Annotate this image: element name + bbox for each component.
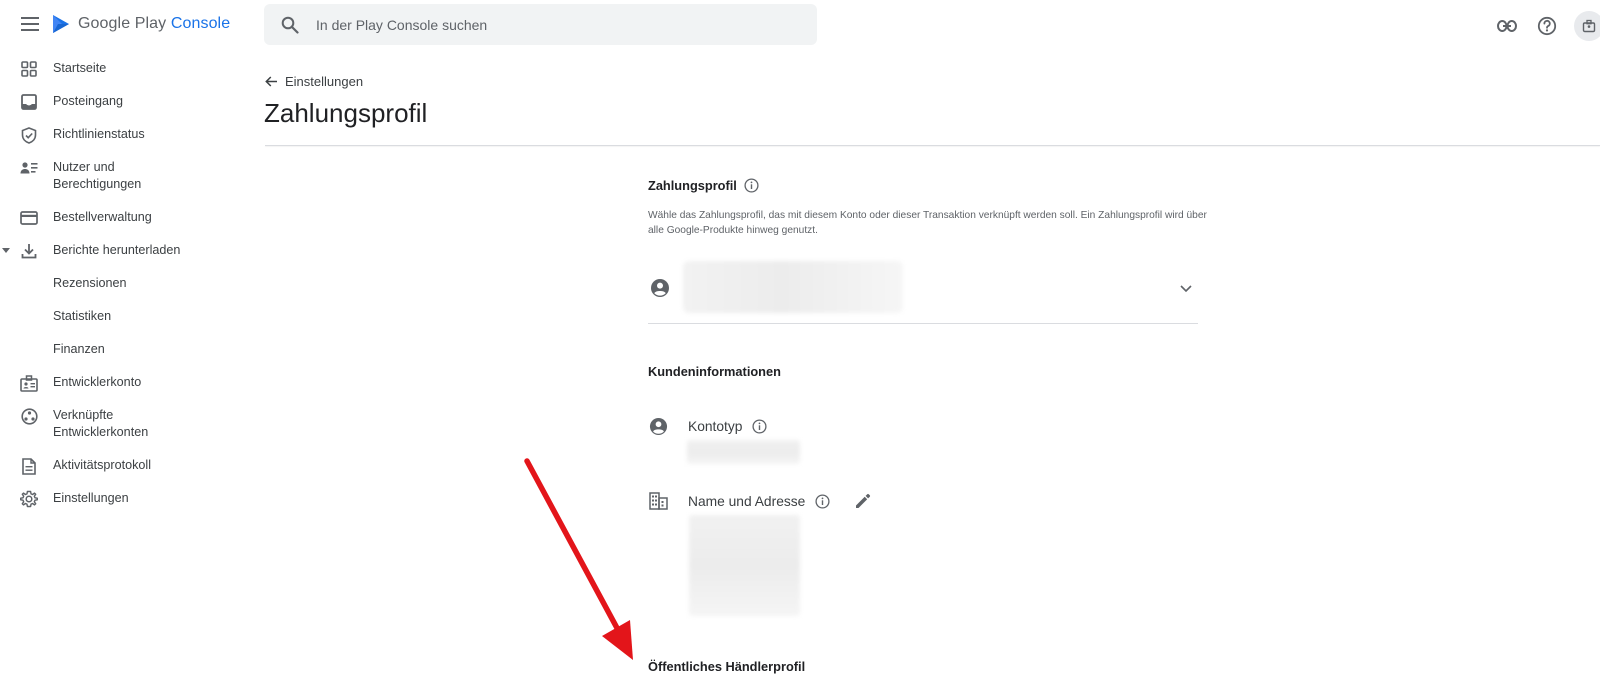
- sidebar-item-startseite[interactable]: Startseite: [0, 60, 106, 78]
- info-icon[interactable]: [744, 178, 759, 193]
- merchant-profile-heading: Öffentliches Händlerprofil: [648, 659, 806, 674]
- sidebar-item-label: Posteingang: [53, 94, 124, 108]
- play-console-page: Google Play Console Startseite: [0, 0, 1600, 691]
- sidebar-item-label: Verknüpfte Entwicklerkonten: [53, 408, 149, 439]
- sidebar-item-label: Berichte herunterladen: [53, 243, 181, 257]
- sidebar-item-richtlinienstatus[interactable]: Richtlinienstatus: [0, 126, 145, 144]
- redacted-name-address: [689, 515, 800, 616]
- top-actions: [1494, 11, 1600, 41]
- account-type-label: Kontotyp: [688, 418, 743, 434]
- redacted-account-type: [687, 440, 800, 464]
- sidebar-item-label: Statistiken: [53, 309, 112, 323]
- sidebar-item-label: Bestellverwaltung: [53, 210, 152, 224]
- building-icon: [648, 491, 668, 511]
- sidebar-item-entwicklerkonto[interactable]: Entwicklerkonto: [0, 374, 141, 392]
- sidebar-item-label: Rezensionen: [53, 276, 127, 290]
- chevron-down-icon[interactable]: [1178, 280, 1194, 296]
- account-type-row: Kontotyp: [648, 416, 768, 436]
- sidebar-item-berichte-herunterladen[interactable]: Berichte herunterladen: [0, 242, 180, 260]
- sidebar-item-verknuepfte-entwicklerkonten[interactable]: Verknüpfte Entwicklerkonten: [0, 407, 148, 441]
- linked-accounts-icon: [20, 407, 38, 425]
- brand-logo[interactable]: Google Play Console: [50, 12, 230, 36]
- inbox-icon: [20, 93, 38, 111]
- info-icon[interactable]: [752, 418, 768, 434]
- sidebar-item-label: Entwicklerkonto: [53, 375, 142, 389]
- sidebar-item-bestellverwaltung[interactable]: Bestellverwaltung: [0, 209, 152, 227]
- page-title: Zahlungsprofil: [264, 98, 428, 128]
- sidebar-item-label: Einstellungen: [53, 491, 129, 505]
- gear-icon: [20, 490, 38, 508]
- link-icon[interactable]: [1494, 13, 1520, 39]
- sidebar-item-label: Finanzen: [53, 342, 105, 356]
- redacted-profile-name: [683, 261, 903, 313]
- sidebar-item-label: Startseite: [53, 61, 107, 75]
- payment-profile-select[interactable]: [648, 258, 1198, 324]
- caret-down-icon[interactable]: [2, 248, 10, 253]
- sidebar-item-einstellungen[interactable]: Einstellungen: [0, 490, 129, 508]
- account-circle-icon: [651, 279, 669, 297]
- sidebar-item-label: Aktivitätsprotokoll: [53, 458, 151, 472]
- search-icon[interactable]: [280, 15, 300, 35]
- sidebar-item-posteingang[interactable]: Posteingang: [0, 93, 123, 111]
- sidebar-item-label: Richtlinienstatus: [53, 127, 145, 141]
- sidebar-item-finanzen[interactable]: Finanzen: [0, 341, 105, 359]
- sidebar-item-label: Nutzer und Berechtigungen: [53, 160, 142, 191]
- sidebar-item-rezensionen[interactable]: Rezensionen: [0, 275, 127, 293]
- payment-profile-heading: Zahlungsprofil: [648, 178, 759, 193]
- header-divider: [265, 145, 1600, 146]
- search-input[interactable]: [316, 16, 796, 33]
- back-link[interactable]: Einstellungen: [265, 74, 363, 89]
- dashboard-icon: [20, 60, 38, 78]
- sidebar-item-aktivitaetsprotokoll[interactable]: Aktivitätsprotokoll: [0, 457, 151, 475]
- menu-icon[interactable]: [18, 14, 42, 34]
- sidebar-item-statistiken[interactable]: Statistiken: [0, 308, 111, 326]
- shield-icon: [20, 126, 38, 144]
- name-address-label: Name und Adresse: [688, 493, 806, 509]
- credit-card-icon: [20, 209, 38, 227]
- info-icon[interactable]: [815, 493, 830, 509]
- search-bar[interactable]: [264, 4, 817, 45]
- document-icon: [20, 457, 38, 475]
- badge-icon: [20, 374, 38, 392]
- play-console-logo-icon: [53, 15, 69, 33]
- arrow-back-icon: [265, 76, 277, 87]
- customer-info-heading: Kundeninformationen: [648, 364, 781, 379]
- help-icon[interactable]: [1534, 13, 1560, 39]
- users-icon: [20, 159, 38, 177]
- annotation-arrow: [524, 458, 633, 660]
- brand-name: Google Play Console: [78, 15, 231, 32]
- account-circle-icon: [648, 416, 668, 436]
- payment-profile-description: Wähle das Zahlungsprofil, das mit diesem…: [648, 210, 1207, 236]
- sidebar-item-nutzer-und-berechtigungen[interactable]: Nutzer und Berechtigungen: [0, 159, 141, 193]
- download-icon: [20, 242, 38, 260]
- back-link-label: Einstellungen: [285, 74, 364, 89]
- edit-pencil-icon[interactable]: [854, 492, 872, 510]
- account-icon[interactable]: [1574, 11, 1600, 41]
- name-address-row: Name und Adresse: [648, 491, 872, 511]
